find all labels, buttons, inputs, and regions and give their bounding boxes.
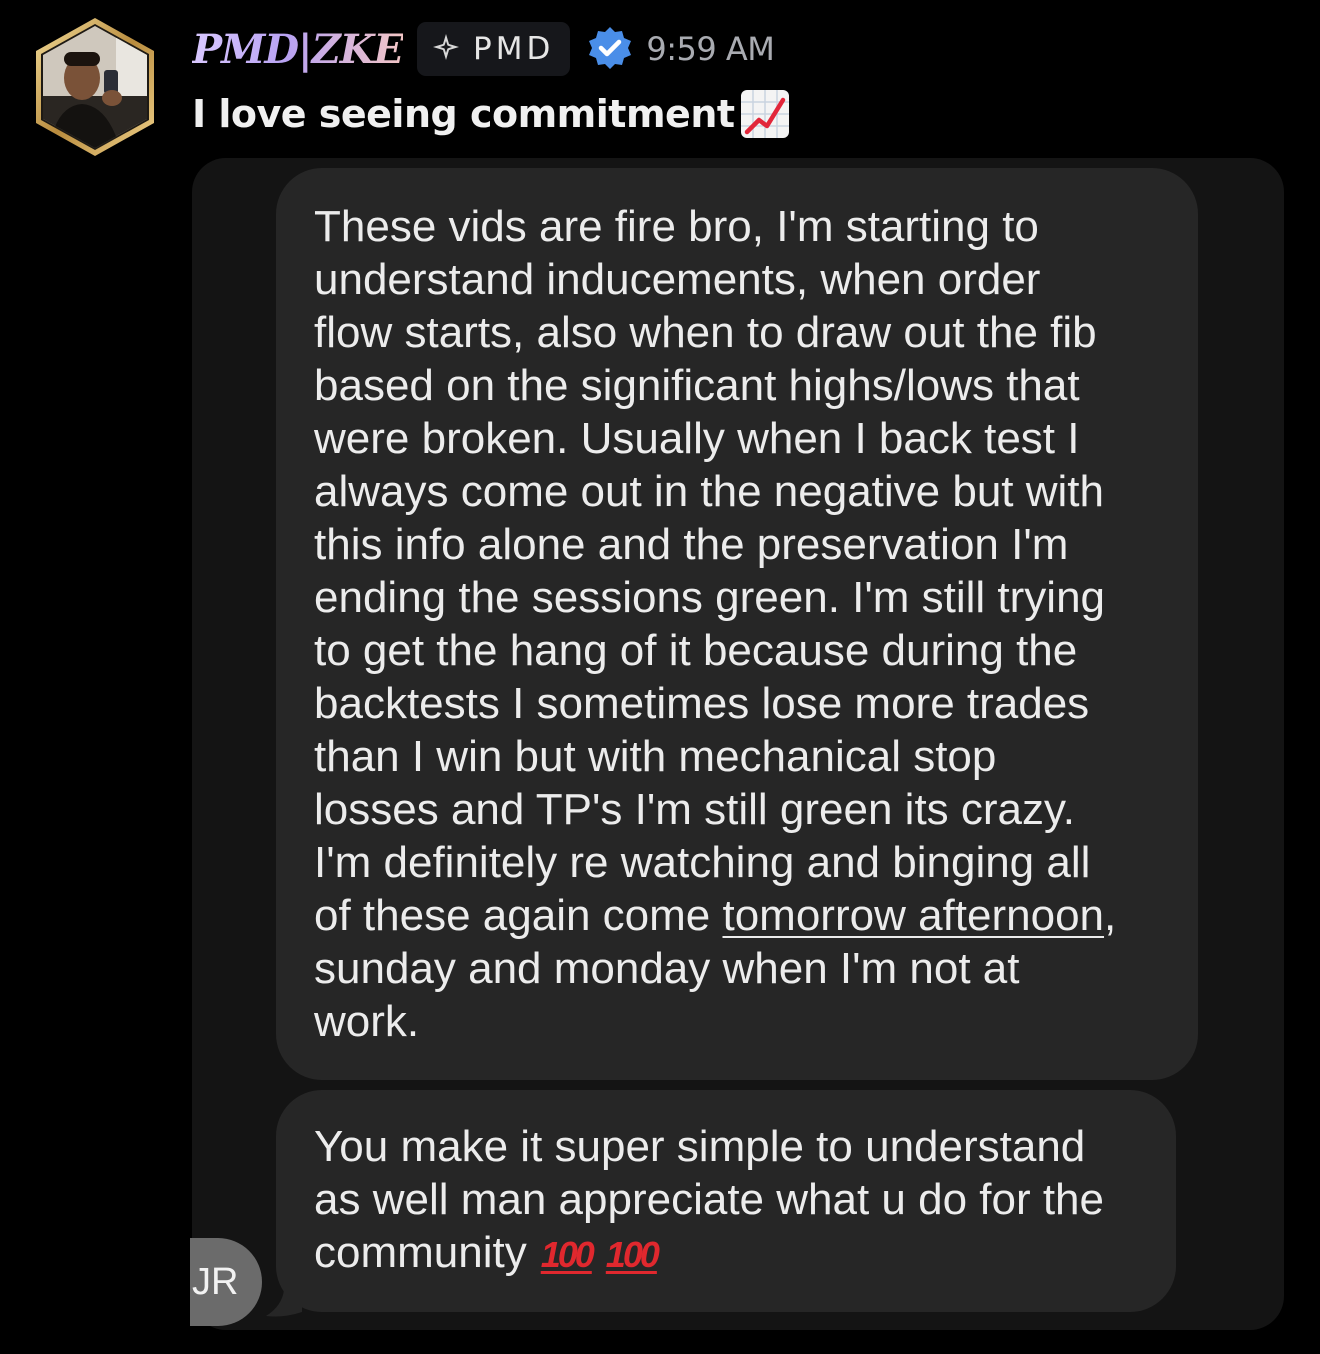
bubble-line: as well man appreciate what u do for the [314, 1175, 1105, 1224]
chat-bubble-2: You make it super simple to understand a… [276, 1090, 1176, 1312]
chart-increasing-emoji-icon [739, 88, 791, 140]
bubble-line: work. [314, 997, 420, 1046]
message-text: I love seeing commitment [192, 92, 735, 136]
bubble-line: community 100 100 [314, 1226, 1174, 1281]
verified-badge-icon [586, 25, 634, 73]
date-link[interactable]: tomorrow afternoon [722, 891, 1104, 940]
bubble-line: I'm definitely re watching and binging a… [314, 838, 1091, 887]
bubble-line: of these again come tomorrow afternoon, [314, 889, 1194, 942]
bubble-line: were broken. Usually when I back test I [314, 414, 1080, 463]
message-timestamp: 9:59 AM [646, 30, 775, 68]
author-avatar[interactable] [34, 18, 156, 156]
hundred-points-emoji-icon: 100 [540, 1234, 595, 1275]
bubble-line: losses and TP's I'm still green its craz… [314, 785, 1075, 834]
author-username[interactable]: PMD|ZKE [192, 26, 404, 73]
bubble-line: this info alone and the preservation I'm [314, 520, 1069, 569]
diamond-sparkle-icon [431, 32, 461, 66]
bubble-line: based on the significant highs/lows that [314, 361, 1080, 410]
bubble-line: sunday and monday when I'm not at [314, 944, 1020, 993]
bubble-line: to get the hang of it because during the [314, 626, 1078, 675]
role-tag-label: PMD [473, 31, 555, 67]
bubble-line-text: community [314, 1228, 527, 1277]
chat-bubble-2-text: You make it super simple to understand a… [314, 1120, 1174, 1281]
bubble-line: always come out in the negative but with [314, 467, 1105, 516]
bubble-line: understand inducements, when order [314, 255, 1041, 304]
sender-initials: JR [192, 1260, 239, 1303]
bubble-line: ending the sessions green. I'm still try… [314, 573, 1106, 622]
bubble-line: backtests I sometimes lose more trades [314, 679, 1090, 728]
chat-bubble-1: These vids are fire bro, I'm starting to… [276, 168, 1198, 1080]
bubble-line-text: , [1104, 891, 1117, 940]
bubble-tail-icon [266, 1290, 302, 1317]
bubble-line: flow starts, also when to draw out the f… [314, 308, 1097, 357]
hundred-points-emoji-icon: 100 [605, 1234, 660, 1275]
bubble-line-text: of these again come [314, 891, 723, 940]
chat-bubble-1-text: These vids are fire bro, I'm starting to… [314, 200, 1194, 1048]
bubble-line: You make it super simple to understand [314, 1122, 1086, 1171]
bubble-line: than I win but with mechanical stop [314, 732, 997, 781]
message-header: PMD|ZKE PMD 9:59 AM [192, 22, 775, 76]
role-tag[interactable]: PMD [417, 22, 571, 76]
message-content: I love seeing commitment [192, 86, 791, 142]
bubble-line: These vids are fire bro, I'm starting to [314, 202, 1039, 251]
